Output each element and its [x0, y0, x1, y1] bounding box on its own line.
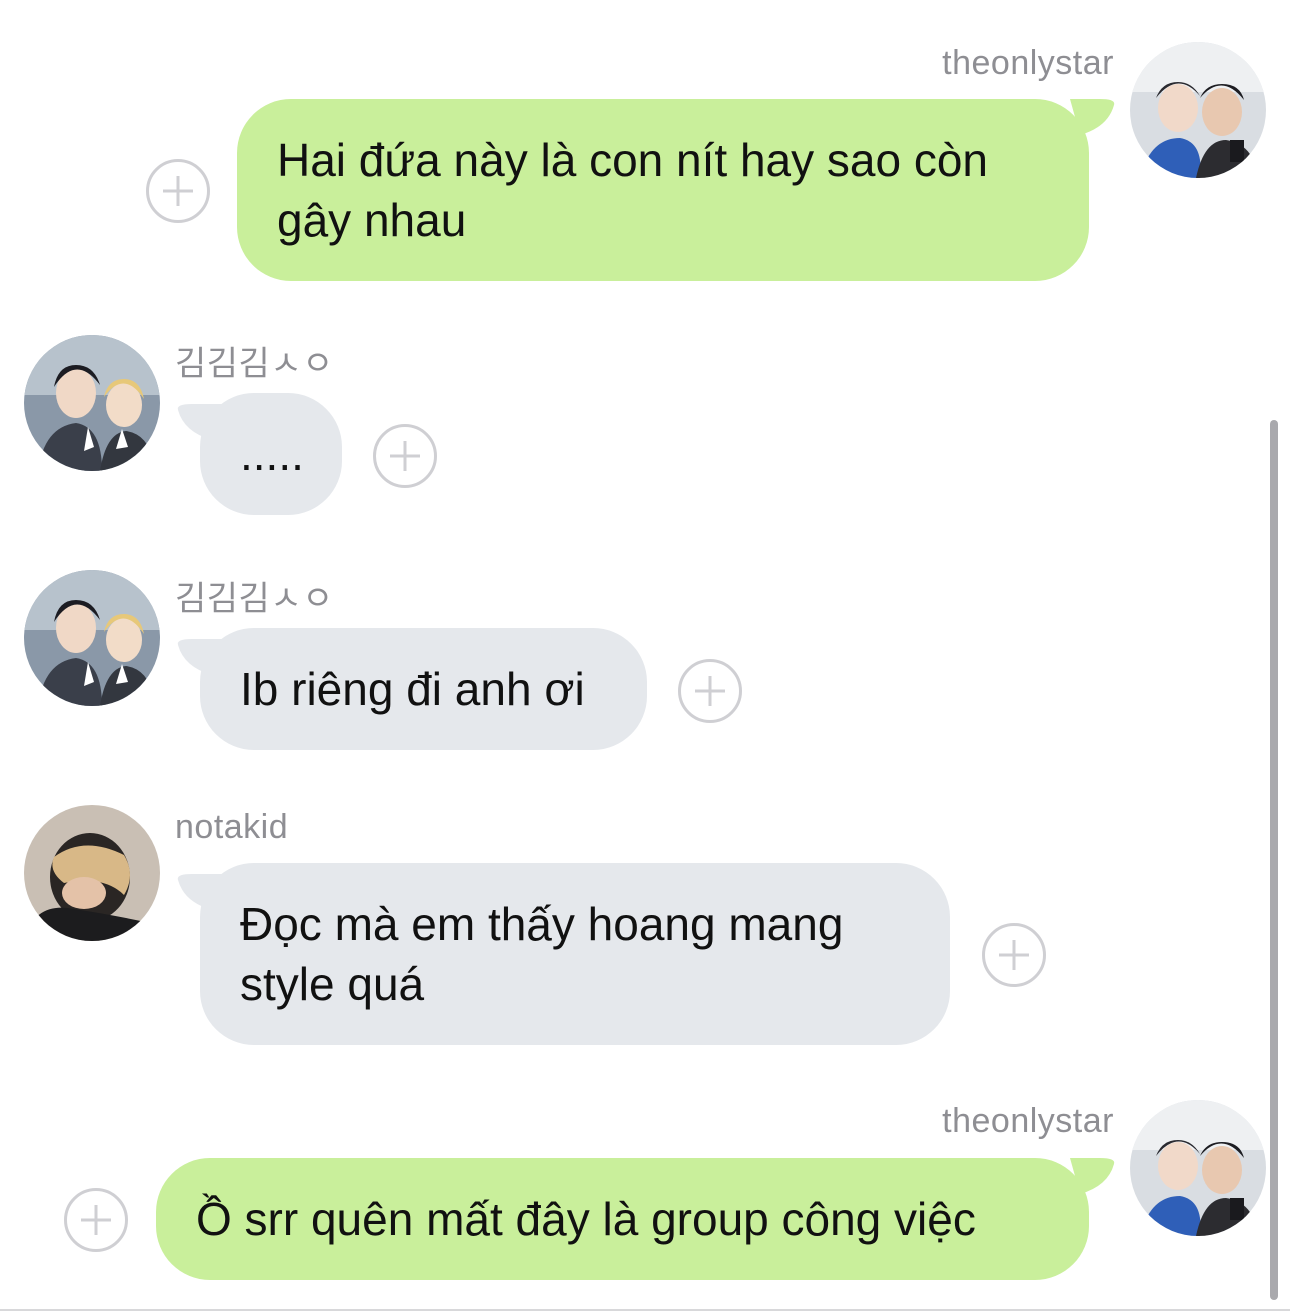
scrollbar[interactable] [1270, 420, 1278, 1300]
message-bubble[interactable]: Ồ srr quên mất đây là group công việc [156, 1158, 1089, 1280]
avatar[interactable] [1130, 42, 1266, 178]
bubble-tail [1070, 99, 1115, 135]
avatar-photo-icon [24, 335, 160, 471]
sender-name: notakid [175, 808, 289, 846]
add-reaction-icon[interactable] [678, 659, 742, 723]
sender-name: theonlystar [942, 1102, 1114, 1140]
avatar[interactable] [24, 570, 160, 706]
avatar[interactable] [24, 335, 160, 471]
add-reaction-icon[interactable] [146, 159, 210, 223]
message-text-line: ..... [240, 428, 304, 480]
avatar-photo-icon [24, 805, 160, 941]
add-reaction-icon[interactable] [373, 424, 437, 488]
sender-name: theonlystar [942, 44, 1114, 82]
bubble-tail [1070, 1158, 1115, 1194]
message-text-line: style quá [240, 958, 425, 1010]
avatar[interactable] [1130, 1100, 1266, 1236]
avatar-photo-icon [1130, 1100, 1266, 1236]
avatar-photo-icon [1130, 42, 1266, 178]
message-text-line: Hai đứa này là con nít hay sao còn [277, 134, 989, 186]
sender-name: 김김김ㅅㅇ [175, 580, 334, 618]
avatar[interactable] [24, 805, 160, 941]
message-bubble[interactable]: Ib riêng đi anh ơi [200, 628, 647, 750]
message-bubble[interactable]: Hai đứa này là con nít hay sao còn gây n… [237, 99, 1089, 281]
divider [0, 1309, 1290, 1311]
add-reaction-icon[interactable] [982, 923, 1046, 987]
add-reaction-icon[interactable] [64, 1188, 128, 1252]
message-bubble[interactable]: Đọc mà em thấy hoang mang style quá [200, 863, 950, 1045]
message-text-line: gây nhau [277, 194, 467, 246]
message-text-line: Đọc mà em thấy hoang mang [240, 898, 844, 950]
message-text-line: Ib riêng đi anh ơi [240, 663, 585, 715]
sender-name: 김김김ㅅㅇ [175, 345, 334, 383]
message-text-line: Ồ srr quên mất đây là group công việc [196, 1193, 976, 1245]
message-bubble[interactable]: ..... [200, 393, 342, 515]
avatar-photo-icon [24, 570, 160, 706]
